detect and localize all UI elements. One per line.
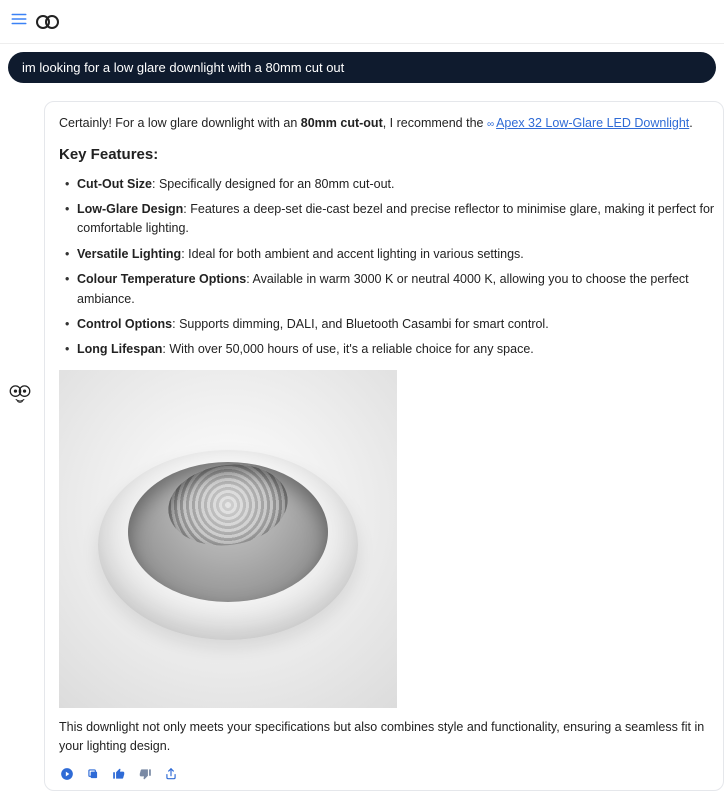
feature-label: Long Lifespan: [77, 342, 162, 356]
thumbs-up-icon[interactable]: [111, 766, 127, 782]
feature-label: Control Options: [77, 317, 172, 331]
intro-line: Certainly! For a low glare downlight wit…: [59, 114, 723, 133]
list-item: Control Options: Supports dimming, DALI,…: [59, 315, 723, 334]
list-item: Low-Glare Design: Features a deep-set di…: [59, 200, 723, 239]
intro-prefix: Certainly! For a low glare downlight wit…: [59, 116, 301, 130]
product-link[interactable]: Apex 32 Low-Glare LED Downlight: [496, 116, 689, 130]
user-message-bubble: im looking for a low glare downlight wit…: [8, 52, 716, 83]
response-actions: [59, 764, 723, 782]
top-bar: [0, 0, 724, 44]
assistant-avatar: [6, 382, 34, 410]
feature-text: : Ideal for both ambient and accent ligh…: [181, 247, 524, 261]
thumbs-down-icon[interactable]: [137, 766, 153, 782]
list-item: Long Lifespan: With over 50,000 hours of…: [59, 340, 723, 359]
share-icon[interactable]: [163, 766, 179, 782]
feature-text: : With over 50,000 hours of use, it's a …: [162, 342, 533, 356]
product-image[interactable]: [59, 370, 397, 708]
closing-text: This downlight not only meets your speci…: [59, 718, 723, 757]
feature-text: : Specifically designed for an 80mm cut-…: [152, 177, 394, 191]
assistant-response: Certainly! For a low glare downlight wit…: [44, 101, 724, 791]
brand-logo[interactable]: [36, 15, 59, 29]
intro-suffix: , I recommend the: [383, 116, 487, 130]
user-message-text: im looking for a low glare downlight wit…: [22, 60, 344, 75]
play-icon[interactable]: [59, 766, 75, 782]
copy-icon[interactable]: [85, 766, 101, 782]
feature-label: Versatile Lighting: [77, 247, 181, 261]
feature-label: Low-Glare Design: [77, 202, 183, 216]
menu-icon[interactable]: [10, 10, 28, 33]
feature-label: Colour Temperature Options: [77, 272, 246, 286]
link-icon: ∞: [487, 119, 494, 130]
list-item: Colour Temperature Options: Available in…: [59, 270, 723, 309]
list-item: Versatile Lighting: Ideal for both ambie…: [59, 245, 723, 264]
features-heading: Key Features:: [59, 143, 723, 166]
feature-list: Cut-Out Size: Specifically designed for …: [59, 175, 723, 360]
logo-icon: [36, 15, 59, 29]
intro-bold: 80mm cut-out: [301, 116, 383, 130]
feature-text: : Supports dimming, DALI, and Bluetooth …: [172, 317, 549, 331]
feature-label: Cut-Out Size: [77, 177, 152, 191]
list-item: Cut-Out Size: Specifically designed for …: [59, 175, 723, 194]
